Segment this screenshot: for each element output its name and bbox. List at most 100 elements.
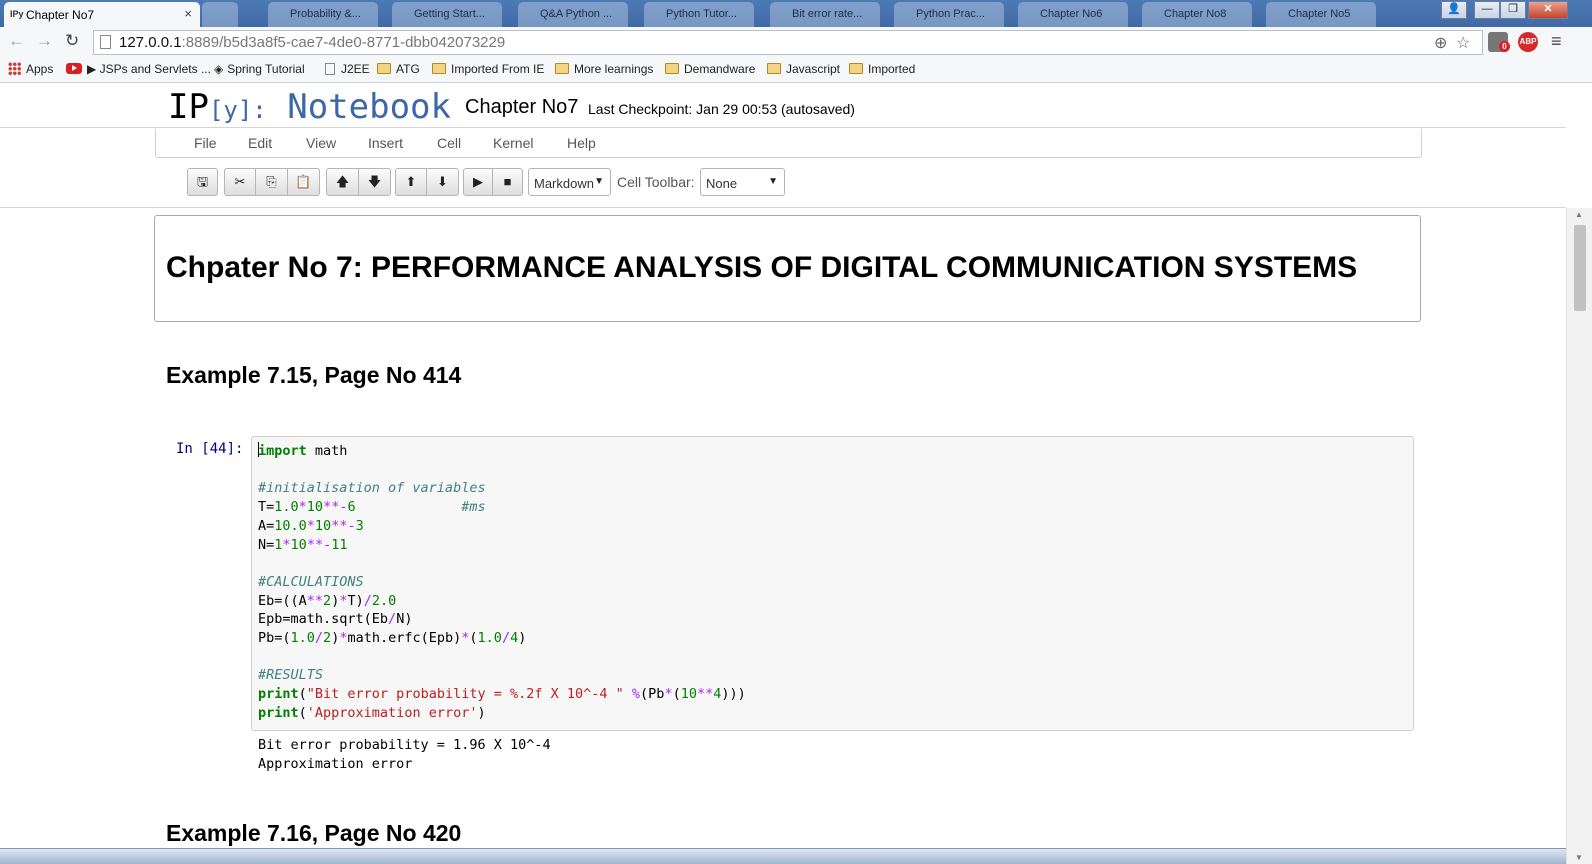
bookmark-more-learnings[interactable]: More learnings bbox=[555, 62, 653, 76]
bookmark-jsps-servlets[interactable]: ▶ JSPs and Servlets ... bbox=[66, 62, 211, 76]
code-line: T=1.0*10**-6 #ms bbox=[258, 499, 486, 516]
tab-background-9[interactable]: Chapter No5 bbox=[1266, 2, 1376, 27]
code-line: import math bbox=[258, 443, 348, 459]
checkpoint-status: Last Checkpoint: Jan 29 00:53 (autosaved… bbox=[588, 101, 855, 117]
apps-grid-icon bbox=[8, 62, 21, 75]
code-text[interactable]: import math #initialisation of variables… bbox=[258, 442, 746, 723]
code-line: Eb=((A**2)*T)/2.0 bbox=[258, 592, 397, 609]
bookmarks-bar: Apps ▶ JSPs and Servlets ... ◈ Spring Tut… bbox=[0, 57, 1592, 83]
folder-icon bbox=[849, 63, 863, 74]
menu-edit[interactable]: Edit bbox=[248, 135, 272, 151]
forward-icon[interactable]: → bbox=[36, 31, 53, 51]
menu-kernel[interactable]: Kernel bbox=[493, 135, 533, 151]
bookmark-atg[interactable]: ATG bbox=[377, 62, 420, 76]
scroll-up-icon[interactable]: ▲ bbox=[1575, 210, 1583, 219]
cell-type-select[interactable]: Markdown ▼ bbox=[528, 168, 611, 196]
chrome-menu-icon[interactable]: ≡ bbox=[1551, 31, 1562, 52]
copy-icon[interactable]: ⎘ bbox=[255, 168, 288, 196]
minimize-window-icon[interactable]: — bbox=[1474, 1, 1500, 19]
reload-icon[interactable]: ↻ bbox=[65, 31, 79, 51]
tab-background-1[interactable]: Probability &... bbox=[268, 2, 378, 27]
taskbar bbox=[0, 848, 1566, 864]
move-down-icon[interactable]: 🡇 bbox=[358, 168, 391, 196]
ipython-logo[interactable]: IP[y]: Notebook bbox=[168, 87, 451, 127]
tab-background-7[interactable]: Chapter No6 bbox=[1018, 2, 1128, 27]
notebook-menubar: File Edit View Insert Cell Kernel Help bbox=[155, 129, 1422, 158]
toolbar-divider bbox=[0, 207, 1566, 208]
move-up-icon[interactable]: 🡅 bbox=[326, 168, 359, 196]
stop-kernel-icon[interactable]: ■ bbox=[492, 168, 523, 196]
back-icon[interactable]: ← bbox=[8, 31, 25, 51]
extension-icon[interactable]: 0 bbox=[1488, 32, 1510, 52]
bookmark-spring-tutorial[interactable]: ◈ Spring Tutorial bbox=[214, 62, 305, 76]
address-bar[interactable]: 127.0.0.1:8889/b5d3a8f5-cae7-4de0-8771-d… bbox=[93, 30, 1483, 55]
tab-background-8[interactable]: Chapter No8 bbox=[1142, 2, 1252, 27]
maximize-window-icon[interactable]: ❐ bbox=[1500, 1, 1526, 19]
dropdown-arrow-icon: ▼ bbox=[768, 176, 778, 187]
run-cell-icon[interactable]: ▶ bbox=[463, 168, 493, 196]
heading-cell-selected[interactable]: Chpater No 7: PERFORMANCE ANALYSIS OF DI… bbox=[154, 215, 1421, 322]
code-line: #CALCULATIONS bbox=[258, 573, 364, 590]
code-line: Pb=(1.0/2)*math.erfc(Epb)*(1.0/4) bbox=[258, 630, 527, 647]
page-icon bbox=[325, 63, 335, 75]
menu-view[interactable]: View bbox=[306, 135, 336, 151]
code-line: N=1*10**-11 bbox=[258, 536, 348, 553]
folder-icon bbox=[665, 63, 679, 74]
bookmark-apps[interactable]: Apps bbox=[8, 62, 53, 76]
user-profile-icon[interactable]: 👤 bbox=[1441, 1, 1467, 19]
tab-background-6[interactable]: Python Prac... bbox=[894, 2, 1004, 27]
close-window-icon[interactable]: ✕ bbox=[1528, 1, 1568, 19]
tab-background-2[interactable]: Getting Start... bbox=[392, 2, 502, 27]
tab-background-3[interactable]: Q&A Python ... bbox=[518, 2, 628, 27]
folder-icon bbox=[555, 63, 569, 74]
output-line: Approximation error bbox=[258, 756, 413, 772]
insert-above-icon[interactable]: ⬆ bbox=[395, 168, 427, 196]
insert-below-icon[interactable]: ⬇ bbox=[426, 168, 459, 196]
example-heading-7-15[interactable]: Example 7.15, Page No 414 bbox=[166, 362, 461, 389]
browser-toolbar: ← → ↻ 127.0.0.1:8889/b5d3a8f5-cae7-4de0-… bbox=[0, 27, 1592, 57]
new-tab-button[interactable] bbox=[202, 2, 238, 27]
save-icon[interactable]: 🖫 bbox=[187, 168, 218, 196]
code-cell-editor[interactable]: import math #initialisation of variables… bbox=[251, 436, 1414, 731]
cell-toolbar-select[interactable]: None ▼ bbox=[700, 168, 785, 196]
scrollbar-thumb[interactable] bbox=[1574, 225, 1586, 311]
zoom-icon[interactable]: ⊕ bbox=[1434, 33, 1447, 53]
close-tab-icon[interactable]: × bbox=[184, 6, 192, 21]
code-line: A=10.0*10**-3 bbox=[258, 517, 364, 534]
tab-background-5[interactable]: Bit error rate... bbox=[770, 2, 880, 27]
bookmark-star-icon[interactable]: ☆ bbox=[1456, 33, 1470, 53]
example-heading-7-16[interactable]: Example 7.16, Page No 420 bbox=[166, 820, 461, 847]
menu-help[interactable]: Help bbox=[567, 135, 596, 151]
menu-file[interactable]: File bbox=[194, 135, 217, 151]
bookmark-imported[interactable]: Imported bbox=[849, 62, 915, 76]
scroll-down-icon[interactable]: ▼ bbox=[1575, 853, 1583, 862]
cell-output: Bit error probability = 1.96 X 10^-4 Appr… bbox=[258, 736, 551, 774]
bookmark-demandware[interactable]: Demandware bbox=[665, 62, 755, 76]
adblock-icon[interactable]: ABP bbox=[1518, 32, 1538, 52]
bookmark-javascript[interactable]: Javascript bbox=[767, 62, 840, 76]
bookmark-imported-from-ie[interactable]: Imported From IE bbox=[432, 62, 544, 76]
dropdown-arrow-icon: ▼ bbox=[594, 176, 604, 187]
notebook-header: IP[y]: Notebook Chapter No7 Last Checkpo… bbox=[0, 84, 1566, 128]
tab-chapter-no7[interactable]: IPy Chapter No7 × bbox=[4, 2, 200, 27]
folder-icon bbox=[767, 63, 781, 74]
bookmark-j2ee[interactable]: J2EE bbox=[325, 62, 370, 76]
chapter-heading: Chpater No 7: PERFORMANCE ANALYSIS OF DI… bbox=[166, 251, 1358, 284]
spring-icon: ◈ bbox=[214, 62, 224, 76]
ipython-favicon-icon: IPy bbox=[10, 9, 24, 19]
cell-toolbar-label: Cell Toolbar: bbox=[617, 174, 695, 190]
url-text[interactable]: 127.0.0.1:8889/b5d3a8f5-cae7-4de0-8771-d… bbox=[119, 34, 505, 51]
notebook-name[interactable]: Chapter No7 bbox=[465, 96, 578, 119]
menu-insert[interactable]: Insert bbox=[368, 135, 403, 151]
extension-badge: 0 bbox=[1499, 41, 1510, 52]
cut-icon[interactable]: ✂ bbox=[224, 168, 256, 196]
tab-background-4[interactable]: Python Tutor... bbox=[644, 2, 754, 27]
input-prompt: In [44]: bbox=[176, 441, 244, 457]
page-icon bbox=[100, 35, 111, 49]
code-line: Epb=math.sqrt(Eb/N) bbox=[258, 611, 413, 628]
menu-cell[interactable]: Cell bbox=[437, 135, 461, 151]
vertical-scrollbar[interactable]: ▲ ▼ bbox=[1566, 208, 1592, 864]
paste-icon[interactable]: 📋 bbox=[287, 168, 320, 196]
